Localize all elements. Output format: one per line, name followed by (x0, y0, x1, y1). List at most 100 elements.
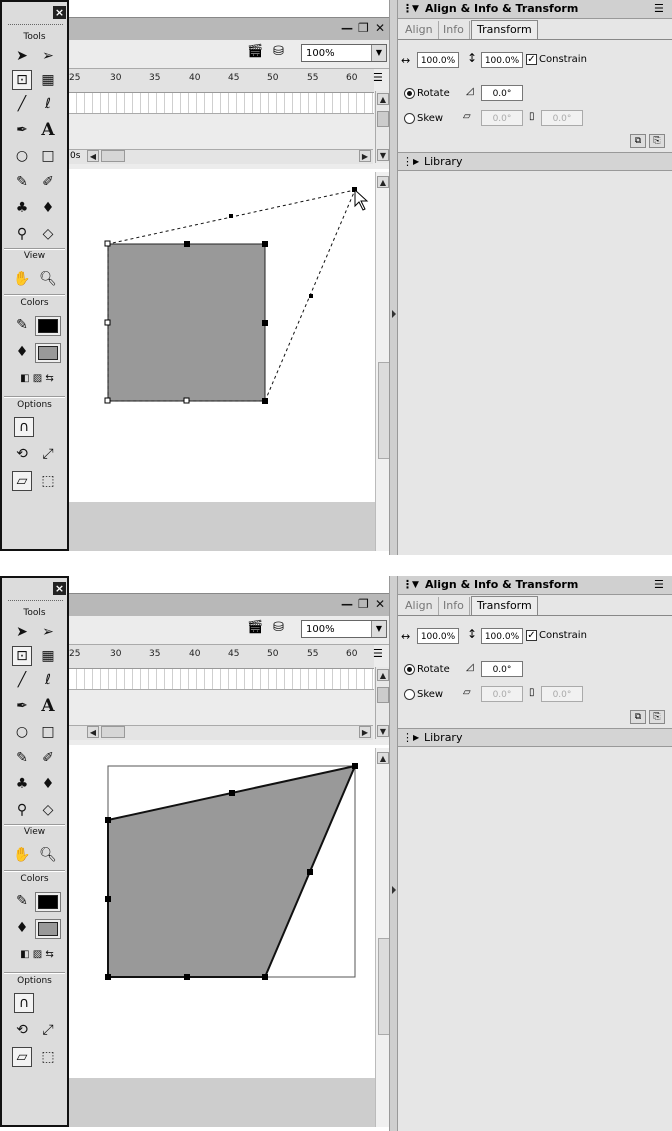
panel-menu-icon[interactable]: ☰ (654, 576, 664, 594)
timeline-vscroll[interactable]: ▲ ▼ (375, 667, 390, 739)
scroll-down-icon[interactable]: ▼ (377, 149, 389, 161)
zoom-select[interactable]: 100% ▼ (301, 620, 387, 638)
subselect-icon[interactable]: ➢ (38, 46, 58, 66)
free-transform-icon[interactable]: ⊡ (12, 70, 32, 90)
timeline-menu-icon[interactable]: ☰ (373, 71, 383, 84)
skew-radio[interactable] (404, 113, 415, 124)
tab-transform[interactable]: Transform (471, 20, 538, 39)
ink-bottle-icon[interactable]: ♣ (12, 774, 32, 794)
close-icon[interactable]: ✕ (375, 21, 385, 35)
stage[interactable] (69, 748, 375, 1078)
stage-vscroll[interactable]: ▲ (375, 172, 390, 551)
close-icon[interactable]: ✕ (375, 597, 385, 611)
grip-icon[interactable]: ⋮ (402, 729, 413, 746)
envelope-icon[interactable]: ⬚ (38, 471, 58, 491)
scroll-left-icon[interactable]: ◀ (87, 726, 99, 738)
fill-color-button[interactable] (35, 919, 61, 939)
frames-row[interactable] (69, 669, 374, 690)
zoom-icon[interactable]: 🔍︎ (38, 845, 58, 865)
reset-transform-icon[interactable]: ⎘ (649, 710, 665, 724)
paint-bucket-icon[interactable]: ♦ (38, 774, 58, 794)
constrain-checkbox[interactable]: ✓ (526, 630, 537, 641)
brush-icon[interactable]: ✐ (38, 748, 58, 768)
hand-icon[interactable]: ✋ (12, 845, 32, 865)
distorted-shape[interactable] (107, 764, 357, 978)
free-transform-icon[interactable]: ⊡ (12, 646, 32, 666)
close-icon[interactable]: × (53, 6, 66, 19)
collapse-arrow-icon[interactable] (392, 886, 396, 894)
scroll-right-icon[interactable]: ▶ (359, 150, 371, 162)
lasso-icon[interactable]: ℓ (38, 670, 58, 690)
subselect-icon[interactable]: ➢ (38, 622, 58, 642)
panel-grip[interactable] (8, 600, 63, 601)
tab-align[interactable]: Align (400, 21, 439, 39)
arrow-icon[interactable]: ➤ (12, 622, 32, 642)
height-scale-input[interactable]: 100.0% (481, 628, 523, 644)
reset-transform-icon[interactable]: ⎘ (649, 134, 665, 148)
panel-menu-icon[interactable]: ☰ (654, 0, 664, 18)
tab-info[interactable]: Info (438, 21, 470, 39)
document-titlebar[interactable]: — ❐ ✕ (69, 593, 389, 616)
eraser-icon[interactable]: ◇ (38, 224, 58, 244)
height-scale-input[interactable]: 100.0% (481, 52, 523, 68)
close-icon[interactable]: × (53, 582, 66, 595)
edit-scene-icon[interactable]: 🎬︎ (247, 44, 264, 59)
timeline-vscroll[interactable]: ▲ ▼ (375, 91, 390, 163)
magnet-icon[interactable]: ∩ (14, 993, 34, 1013)
line-icon[interactable]: ╱ (12, 94, 32, 114)
zoom-select[interactable]: 100% ▼ (301, 44, 387, 62)
scroll-left-icon[interactable]: ◀ (87, 150, 99, 162)
timeline-hscroll[interactable]: ◀ ▶ (69, 725, 373, 740)
copy-transform-icon[interactable]: ⧉ (630, 710, 646, 724)
oval-icon[interactable]: ○ (12, 146, 32, 166)
scroll-up-icon[interactable]: ▲ (377, 752, 389, 764)
scroll-thumb[interactable] (101, 150, 125, 162)
fill-transform-icon[interactable]: ▦ (38, 646, 58, 666)
fill-color-button[interactable] (35, 343, 61, 363)
minimize-icon[interactable]: — (341, 21, 353, 35)
stroke-color-button[interactable] (35, 316, 61, 336)
restore-icon[interactable]: ❐ (358, 597, 369, 611)
edit-scene-icon[interactable]: 🎬︎ (247, 620, 264, 635)
document-titlebar[interactable]: — ❐ ✕ (69, 17, 389, 40)
eyedropper-icon[interactable]: ⚲ (12, 800, 32, 820)
panel-splitter[interactable] (389, 576, 398, 1131)
scroll-thumb[interactable] (101, 726, 125, 738)
scroll-right-icon[interactable]: ▶ (359, 726, 371, 738)
skew-vertical-input[interactable]: 0.0° (541, 686, 583, 702)
pencil-icon[interactable]: ✎ (12, 748, 32, 768)
rotate-input[interactable]: 0.0° (481, 661, 523, 677)
rotate-radio[interactable] (404, 88, 415, 99)
library-panel-header[interactable]: ⋮ ▶ Library (398, 728, 672, 747)
pen-icon[interactable]: ✒ (12, 696, 32, 716)
pencil-icon[interactable]: ✎ (12, 172, 32, 192)
text-icon[interactable]: A (38, 696, 58, 716)
panel-titlebar[interactable]: ⋮ ▼ Align & Info & Transform ☰ (398, 576, 672, 595)
constrain-checkbox[interactable]: ✓ (526, 54, 537, 65)
line-icon[interactable]: ╱ (12, 670, 32, 690)
distort-icon[interactable]: ▱ (12, 471, 32, 491)
panel-splitter[interactable] (389, 0, 398, 555)
width-scale-input[interactable]: 100.0% (417, 52, 459, 68)
collapse-triangle-icon[interactable]: ▼ (412, 0, 419, 18)
panel-titlebar[interactable]: ⋮ ▼ Align & Info & Transform ☰ (398, 0, 672, 19)
stroke-color-button[interactable] (35, 892, 61, 912)
ink-bottle-icon[interactable]: ♣ (12, 198, 32, 218)
skew-radio[interactable] (404, 689, 415, 700)
scroll-thumb[interactable] (377, 687, 389, 703)
stage-canvas[interactable] (69, 172, 375, 502)
zoom-icon[interactable]: 🔍︎ (38, 269, 58, 289)
fill-transform-icon[interactable]: ▦ (38, 70, 58, 90)
edit-symbol-icon[interactable]: ⛁ (273, 44, 284, 59)
scroll-up-icon[interactable]: ▲ (377, 669, 389, 681)
skew-horizontal-input[interactable]: 0.0° (481, 110, 523, 126)
chevron-down-icon[interactable]: ▼ (371, 621, 386, 637)
rotate-radio[interactable] (404, 664, 415, 675)
width-scale-input[interactable]: 100.0% (417, 628, 459, 644)
color-swap-icons[interactable]: ◧ ▨ ⇆ (10, 369, 64, 389)
paint-bucket-icon[interactable]: ♦ (38, 198, 58, 218)
restore-icon[interactable]: ❐ (358, 21, 369, 35)
arrow-icon[interactable]: ➤ (12, 46, 32, 66)
tab-align[interactable]: Align (400, 597, 439, 615)
chevron-down-icon[interactable]: ▼ (371, 45, 386, 61)
